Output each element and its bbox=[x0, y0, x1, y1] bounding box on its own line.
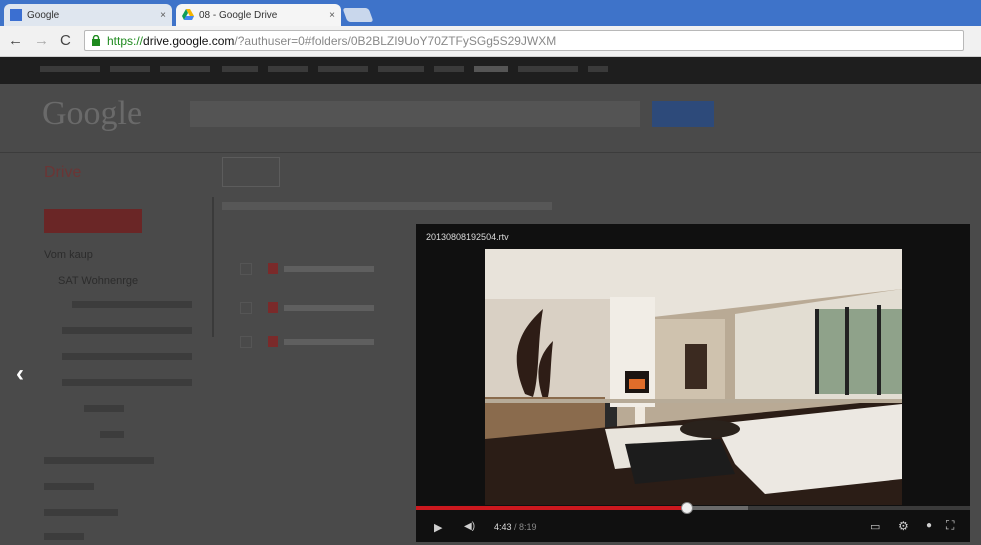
tab-google[interactable]: Google × bbox=[4, 4, 172, 26]
settings-icon[interactable]: ⚙ bbox=[898, 519, 909, 533]
google-bar bbox=[0, 57, 981, 84]
google-favicon-icon bbox=[10, 9, 22, 21]
close-icon[interactable]: × bbox=[160, 10, 166, 21]
video-filename: 20130808192504.rtv bbox=[426, 232, 509, 242]
tree-item-blurred[interactable] bbox=[62, 327, 192, 334]
url-scheme: https:// bbox=[107, 34, 144, 48]
tree-item-blurred[interactable] bbox=[62, 353, 192, 360]
drive-search-input[interactable] bbox=[190, 101, 640, 127]
file-row[interactable] bbox=[240, 301, 420, 315]
tab-title: Google bbox=[27, 9, 60, 21]
fullscreen-icon[interactable]: ⛶ bbox=[946, 518, 954, 533]
new-folder-button[interactable] bbox=[222, 157, 280, 187]
tab-title: 08 - Google Drive bbox=[199, 9, 278, 21]
back-arrow-icon[interactable]: ← bbox=[8, 32, 23, 49]
lock-icon bbox=[92, 35, 100, 46]
play-icon[interactable]: ▶ bbox=[434, 521, 442, 534]
drive-title: Drive bbox=[44, 164, 82, 181]
drive-search-button[interactable] bbox=[652, 101, 714, 127]
tree-item-folder[interactable]: SAT Wohnenrge bbox=[58, 275, 138, 287]
close-icon[interactable]: × bbox=[329, 10, 335, 21]
current-time: 4:43 bbox=[494, 522, 512, 532]
sidebar-link-blurred[interactable] bbox=[44, 457, 154, 464]
sidebar-link-blurred[interactable] bbox=[44, 533, 84, 540]
video-file-icon bbox=[268, 263, 278, 274]
browser-tabstrip: Google × 08 - Google Drive × bbox=[0, 0, 981, 26]
video-progress-bar[interactable] bbox=[416, 502, 970, 514]
video-file-icon bbox=[268, 302, 278, 313]
tree-item-blurred[interactable] bbox=[72, 301, 192, 308]
browser-toolbar: ← → C https://drive.google.com/?authuser… bbox=[0, 26, 981, 57]
reload-icon[interactable]: C bbox=[60, 32, 71, 49]
video-file-icon bbox=[268, 336, 278, 347]
address-bar[interactable]: https://drive.google.com/?authuser=0#fol… bbox=[84, 30, 964, 51]
video-controls: ▶ ◀) 4:43 / 8:19 ▭ ⚙ ● ⛶ bbox=[416, 512, 970, 542]
google-logo: Google bbox=[42, 95, 143, 132]
url-path: /?authuser=0#folders/0B2BLZI9UoY70ZTFySG… bbox=[234, 34, 557, 48]
create-button[interactable] bbox=[44, 209, 142, 233]
file-row[interactable] bbox=[240, 262, 420, 276]
living-room-image bbox=[485, 249, 902, 505]
file-row[interactable] bbox=[240, 335, 420, 349]
tree-item-root[interactable]: Vom kaup bbox=[44, 249, 93, 261]
played-bar bbox=[416, 506, 688, 510]
sidebar-link-blurred[interactable] bbox=[44, 483, 94, 490]
video-frame[interactable] bbox=[485, 249, 902, 505]
sidebar-link-blurred[interactable] bbox=[44, 509, 118, 516]
divider bbox=[0, 152, 981, 153]
previous-arrow-icon[interactable]: ‹ bbox=[16, 360, 24, 388]
url-host: drive.google.com bbox=[143, 34, 235, 48]
tab-google-drive[interactable]: 08 - Google Drive × bbox=[176, 4, 341, 26]
captions-icon[interactable]: ▭ bbox=[870, 520, 880, 533]
drive-favicon-icon bbox=[182, 9, 194, 21]
sidebar-divider bbox=[212, 197, 214, 337]
volume-icon[interactable]: ◀) bbox=[464, 521, 475, 532]
tree-item-blurred[interactable] bbox=[84, 405, 124, 412]
tree-item-blurred[interactable] bbox=[62, 379, 192, 386]
breadcrumb bbox=[222, 202, 552, 210]
video-viewer: 20130808192504.rtv ▶ ◀) 4:43 / 8:19 ▭ ⚙ … bbox=[416, 224, 970, 542]
forward-arrow-icon[interactable]: → bbox=[34, 32, 49, 49]
time-display: 4:43 / 8:19 bbox=[494, 522, 537, 532]
duration: / 8:19 bbox=[514, 522, 537, 532]
tree-item-blurred[interactable] bbox=[100, 431, 124, 438]
quality-icon[interactable]: ● bbox=[926, 520, 932, 531]
new-tab-button[interactable] bbox=[342, 8, 374, 22]
